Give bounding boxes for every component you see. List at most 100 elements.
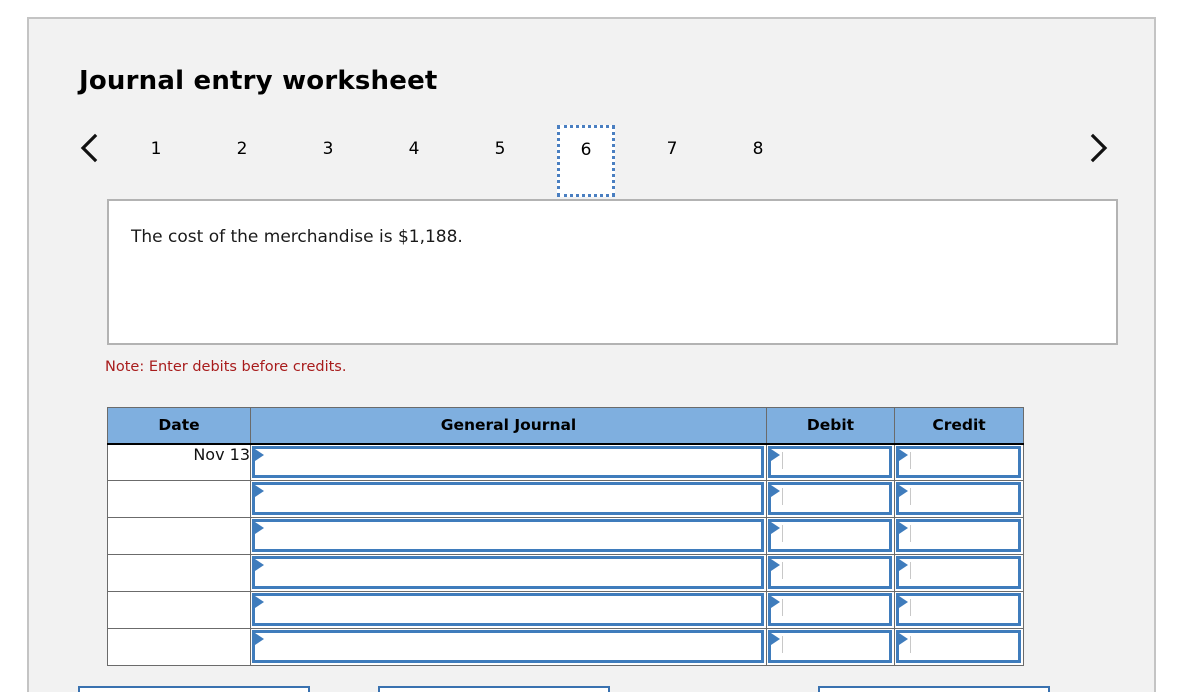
text-caret: [782, 488, 783, 505]
footer-button-1[interactable]: [78, 686, 310, 692]
dropdown-triangle-icon[interactable]: [899, 559, 908, 571]
general-journal-cell: [250, 554, 767, 592]
credit-cell: [894, 480, 1024, 518]
credit-cell: [894, 591, 1024, 629]
worksheet-panel: Journal entry worksheet 1 2 3 4 5 6 7 8 The cos…: [27, 17, 1156, 692]
table-row: [107, 628, 1024, 666]
tab-1[interactable]: 1: [127, 127, 185, 172]
chevron-left-icon[interactable]: [73, 129, 107, 167]
table-header-row: Date General Journal Debit Credit: [107, 407, 1024, 445]
transaction-prompt-box: The cost of the merchandise is $1,188.: [107, 199, 1118, 345]
tab-8[interactable]: 8: [729, 127, 787, 172]
tab-6[interactable]: 6: [557, 125, 615, 197]
debit-cell: [766, 591, 895, 629]
tab-2[interactable]: 2: [213, 127, 271, 172]
tab-label: 6: [580, 140, 592, 160]
table-row: [107, 554, 1024, 592]
debit-cell-wrapper: [767, 481, 894, 517]
credit-input[interactable]: [896, 519, 1021, 552]
debit-input[interactable]: [768, 482, 892, 515]
general-journal-input[interactable]: [252, 482, 764, 515]
chevron-right-icon[interactable]: [1081, 129, 1115, 167]
credit-input[interactable]: [896, 593, 1021, 626]
general-journal-cell-wrapper: [251, 592, 766, 628]
dropdown-triangle-icon[interactable]: [899, 485, 908, 497]
credit-input[interactable]: [896, 445, 1021, 478]
footer-button-2[interactable]: [378, 686, 610, 692]
general-journal-input[interactable]: [252, 593, 764, 626]
tab-4[interactable]: 4: [385, 127, 443, 172]
date-cell[interactable]: [107, 480, 251, 518]
date-cell[interactable]: [107, 591, 251, 629]
text-caret: [782, 599, 783, 616]
general-journal-cell-wrapper: [251, 481, 766, 517]
tab-7[interactable]: 7: [643, 127, 701, 172]
credit-cell: [894, 517, 1024, 555]
debit-input[interactable]: [768, 593, 892, 626]
transaction-prompt-text: The cost of the merchandise is $1,188.: [131, 227, 463, 247]
date-cell[interactable]: [107, 628, 251, 666]
general-journal-input[interactable]: [252, 519, 764, 552]
credit-cell-wrapper: [895, 518, 1023, 554]
text-caret: [782, 636, 783, 653]
debit-cell-wrapper: [767, 592, 894, 628]
general-journal-input[interactable]: [252, 630, 764, 663]
dropdown-triangle-icon[interactable]: [255, 633, 264, 645]
general-journal-cell: [250, 517, 767, 555]
dropdown-triangle-icon[interactable]: [255, 522, 264, 534]
dropdown-triangle-icon[interactable]: [771, 448, 780, 461]
tab-label: 3: [322, 139, 334, 159]
general-journal-cell: [250, 628, 767, 666]
column-header-debit: Debit: [766, 407, 895, 445]
credit-input[interactable]: [896, 630, 1021, 663]
dropdown-triangle-icon[interactable]: [255, 485, 264, 497]
debit-input[interactable]: [768, 630, 892, 663]
footer-button-3[interactable]: [818, 686, 1050, 692]
credit-cell: [894, 443, 1024, 481]
text-caret: [910, 636, 911, 653]
credit-cell: [894, 628, 1024, 666]
credit-input[interactable]: [896, 556, 1021, 589]
column-header-general-journal: General Journal: [250, 407, 767, 445]
text-caret: [910, 451, 911, 469]
debit-cell: [766, 443, 895, 481]
dropdown-triangle-icon[interactable]: [771, 522, 780, 534]
dropdown-triangle-icon[interactable]: [255, 596, 264, 608]
dropdown-triangle-icon[interactable]: [255, 559, 264, 571]
general-journal-cell: [250, 591, 767, 629]
date-cell[interactable]: Nov 13: [107, 443, 251, 481]
dropdown-triangle-icon[interactable]: [899, 522, 908, 534]
tab-label: 2: [236, 139, 248, 159]
debit-input[interactable]: [768, 445, 892, 478]
debit-cell-wrapper: [767, 518, 894, 554]
column-header-date: Date: [107, 407, 251, 445]
general-journal-cell-wrapper: [251, 629, 766, 665]
dropdown-triangle-icon[interactable]: [899, 633, 908, 645]
dropdown-triangle-icon[interactable]: [771, 596, 780, 608]
debit-input[interactable]: [768, 519, 892, 552]
debit-cell: [766, 554, 895, 592]
dropdown-triangle-icon[interactable]: [771, 633, 780, 645]
dropdown-triangle-icon[interactable]: [771, 559, 780, 571]
date-cell[interactable]: [107, 517, 251, 555]
dropdown-triangle-icon[interactable]: [771, 485, 780, 497]
general-journal-cell-wrapper: [251, 518, 766, 554]
debit-cell-wrapper: [767, 555, 894, 591]
tab-label: 1: [150, 139, 162, 159]
general-journal-cell-wrapper: [251, 555, 766, 591]
debit-input[interactable]: [768, 556, 892, 589]
tab-5[interactable]: 5: [471, 127, 529, 172]
text-caret: [910, 599, 911, 616]
tab-label: 7: [666, 139, 678, 159]
credit-input[interactable]: [896, 482, 1021, 515]
dropdown-triangle-icon[interactable]: [899, 596, 908, 608]
tab-3[interactable]: 3: [299, 127, 357, 172]
dropdown-triangle-icon[interactable]: [255, 448, 264, 461]
debit-cell: [766, 517, 895, 555]
dropdown-triangle-icon[interactable]: [899, 448, 908, 461]
date-cell[interactable]: [107, 554, 251, 592]
text-caret: [910, 488, 911, 505]
text-caret: [910, 525, 911, 542]
general-journal-input[interactable]: [252, 556, 764, 589]
general-journal-input[interactable]: [252, 445, 764, 478]
